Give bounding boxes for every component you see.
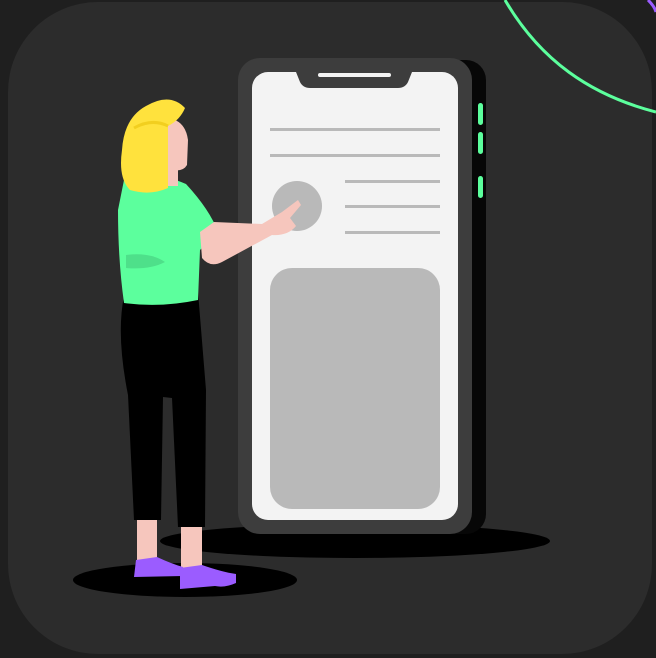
text-line-placeholder bbox=[345, 180, 440, 183]
smartphone-mockup bbox=[238, 58, 486, 534]
phone-side-button bbox=[478, 103, 483, 125]
phone-speaker bbox=[318, 73, 391, 77]
image-placeholder-block bbox=[270, 268, 440, 509]
text-line-placeholder bbox=[270, 128, 440, 131]
phone-side-button bbox=[478, 132, 483, 154]
illustration bbox=[8, 0, 656, 654]
text-line-placeholder bbox=[345, 231, 440, 234]
purple-arc-decoration bbox=[646, 0, 656, 13]
text-line-placeholder bbox=[345, 205, 440, 208]
text-line-placeholder bbox=[270, 154, 440, 157]
illustration-stage bbox=[0, 0, 656, 658]
phone-side-button bbox=[478, 176, 483, 198]
